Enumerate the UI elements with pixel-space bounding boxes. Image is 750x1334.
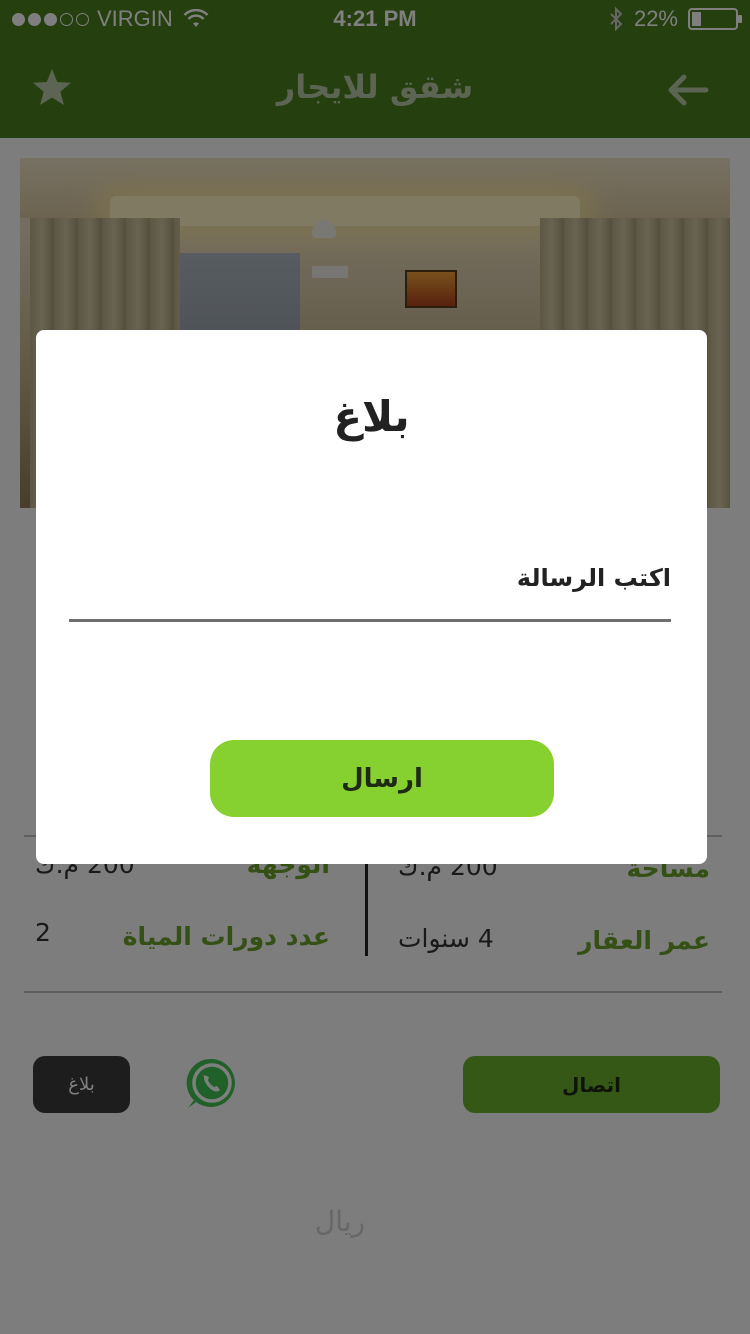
- dialog-title: بلاغ: [333, 392, 410, 441]
- send-report-button[interactable]: ارسال: [210, 740, 554, 817]
- modal-overlay[interactable]: بلاغ ارسال: [0, 0, 750, 1334]
- report-dialog: بلاغ ارسال: [36, 330, 707, 864]
- report-message-input[interactable]: [69, 540, 671, 622]
